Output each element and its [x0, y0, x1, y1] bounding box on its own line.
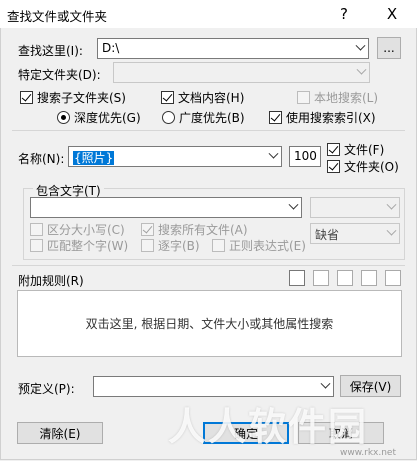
type-file-checkbox[interactable] — [327, 143, 340, 156]
default-combobox: 缺省 — [310, 223, 400, 244]
name-value: {照片} — [73, 151, 115, 165]
type-file-option[interactable]: 文件(F) — [327, 141, 384, 158]
move-down-icon — [385, 270, 401, 286]
regex-label: 正则表达式(E) — [229, 239, 306, 253]
depth-first-radio[interactable] — [57, 111, 70, 124]
rules-list[interactable]: 双击这里, 根据日期、文件大小或其他属性搜索 — [17, 290, 402, 357]
rules-hint: 双击这里, 根据日期、文件大小或其他属性搜索 — [85, 317, 334, 331]
new-rule-icon[interactable] — [289, 270, 305, 286]
doc-content-checkbox[interactable] — [161, 91, 174, 104]
breadth-first-option[interactable]: 广度优先(B) — [162, 109, 245, 126]
watermark-url: www.rkx.net — [340, 448, 396, 458]
chevron-down-icon[interactable] — [285, 198, 301, 217]
search-all-files-label: 搜索所有文件(A) — [158, 223, 248, 237]
name-label: 名称(N): — [18, 152, 65, 166]
case-sensitive-checkbox — [30, 223, 43, 236]
local-search-option: 本地搜索(L) — [297, 89, 378, 106]
default-value: 缺省 — [315, 228, 340, 242]
predefined-combobox[interactable] — [93, 376, 334, 397]
breadth-first-label: 广度优先(B) — [179, 111, 245, 125]
chevron-down-icon — [353, 63, 369, 82]
clear-button[interactable]: 清除(E) — [17, 422, 103, 444]
search-in-value: D:\ — [102, 41, 120, 55]
divider — [12, 265, 405, 266]
result-limit-input[interactable]: 100 — [289, 146, 321, 167]
type-folder-label: 文件夹(O) — [344, 160, 399, 174]
regex-option: 正则表达式(E) — [212, 237, 306, 254]
search-subfolders-option[interactable]: 搜索子文件夹(S) — [20, 89, 126, 106]
chevron-down-icon — [383, 198, 399, 217]
breadth-first-radio[interactable] — [162, 111, 175, 124]
search-in-combobox[interactable]: D:\ — [97, 38, 369, 59]
doc-content-label: 文档内容(H) — [178, 91, 245, 105]
whole-word-option: 匹配整个字(W) — [30, 237, 128, 254]
save-button[interactable]: 保存(V) — [340, 375, 401, 397]
search-in-label: 查找这里(I): — [18, 44, 83, 58]
browse-button[interactable]: ... — [377, 37, 401, 59]
whole-word-label: 匹配整个字(W) — [47, 239, 129, 253]
delete-rule-icon — [313, 270, 329, 286]
edit-rule-icon — [337, 270, 353, 286]
use-index-label: 使用搜索索引(X) — [286, 111, 376, 125]
type-file-label: 文件(F) — [344, 143, 385, 157]
search-subfolders-label: 搜索子文件夹(S) — [37, 91, 126, 105]
depth-first-option[interactable]: 深度优先(G) — [57, 109, 141, 126]
watermark-text: 人人软件园 — [168, 405, 369, 449]
case-sensitive-label: 区分大小写(C) — [47, 223, 125, 237]
use-index-option[interactable]: 使用搜索索引(X) — [269, 109, 376, 126]
search-all-files-checkbox — [141, 223, 154, 236]
divider — [12, 130, 405, 131]
chevron-down-icon[interactable] — [352, 39, 368, 58]
whole-word-checkbox — [30, 239, 43, 252]
doc-content-option[interactable]: 文档内容(H) — [161, 89, 244, 106]
help-button[interactable]: ? — [324, 2, 364, 26]
search-all-files-option: 搜索所有文件(A) — [141, 221, 248, 238]
chevron-down-icon — [383, 224, 399, 243]
byte-label: 逐字(B) — [158, 239, 200, 253]
type-folder-checkbox[interactable] — [327, 160, 340, 173]
byte-checkbox — [141, 239, 154, 252]
specific-folder-combobox[interactable] — [113, 62, 370, 83]
window-title: 查找文件或文件夹 — [7, 9, 108, 24]
chevron-down-icon[interactable] — [317, 377, 333, 396]
rules-label: 附加规则(R) — [18, 274, 84, 288]
regex-checkbox — [212, 239, 225, 252]
chevron-down-icon[interactable] — [265, 147, 281, 166]
type-folder-option[interactable]: 文件夹(O) — [327, 158, 399, 175]
encoding-combobox — [310, 197, 400, 218]
move-up-icon — [361, 270, 377, 286]
local-search-checkbox — [297, 91, 310, 104]
search-subfolders-checkbox[interactable] — [20, 91, 33, 104]
depth-first-label: 深度优先(G) — [74, 111, 141, 125]
case-sensitive-option: 区分大小写(C) — [30, 221, 125, 238]
contains-text-combobox[interactable] — [30, 197, 302, 218]
name-combobox[interactable]: {照片} — [68, 146, 282, 167]
byte-option: 逐字(B) — [141, 237, 200, 254]
predefined-label: 预定义(P): — [18, 382, 75, 396]
local-search-label: 本地搜索(L) — [314, 91, 379, 105]
use-index-checkbox[interactable] — [269, 111, 282, 124]
specific-folder-label: 特定文件夹(D): — [18, 68, 101, 82]
close-button[interactable]: X — [372, 2, 412, 26]
